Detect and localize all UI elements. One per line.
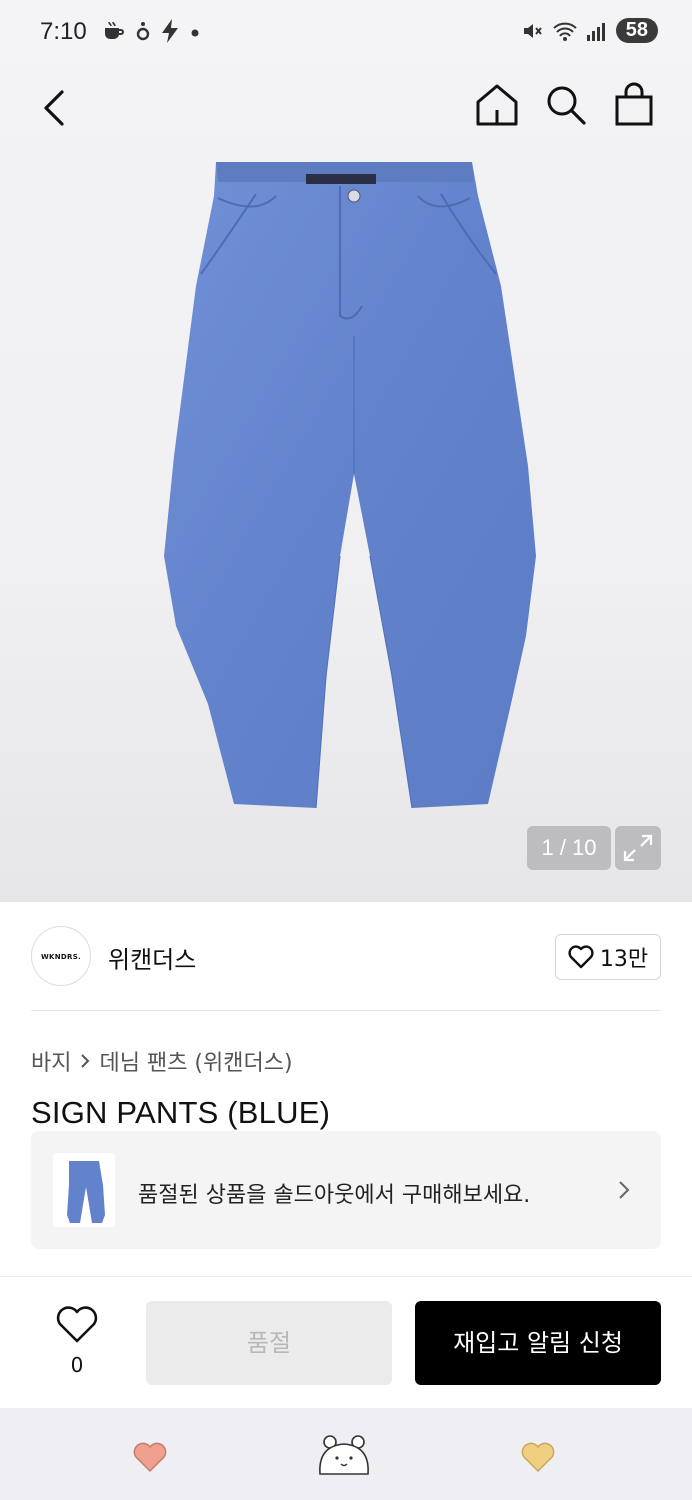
bolt-icon bbox=[162, 19, 178, 43]
restock-alert-button[interactable]: 재입고 알림 신청 bbox=[415, 1301, 661, 1385]
divider bbox=[31, 1010, 661, 1011]
coffee-icon bbox=[105, 21, 124, 39]
status-bar: 7:10 58 bbox=[0, 0, 692, 64]
home-icon[interactable] bbox=[474, 82, 520, 128]
wishlist-count: 0 bbox=[70, 1353, 84, 1377]
soldout-market-banner[interactable]: 품절된 상품을 솔드아웃에서 구매해보세요. bbox=[31, 1131, 661, 1249]
brand-like-count: 13만 bbox=[599, 947, 649, 972]
brand-row[interactable]: WKNDRS. 위캔더스 13만 bbox=[0, 902, 692, 1010]
brand-name[interactable]: 위캔더스 bbox=[108, 940, 196, 975]
pants-thumbnail-image bbox=[67, 1161, 105, 1223]
status-right-icons: 58 bbox=[520, 18, 658, 43]
bottom-dock bbox=[0, 1408, 692, 1500]
purchase-action-bar: 0 품절 재입고 알림 신청 bbox=[0, 1276, 692, 1408]
wishlist-button[interactable]: 0 bbox=[54, 1305, 100, 1379]
heart-outline-icon bbox=[56, 1306, 98, 1343]
chevron-right-icon bbox=[619, 1181, 630, 1199]
chevron-right-icon bbox=[81, 1054, 90, 1068]
breadcrumb-subcategory[interactable]: 데님 팬츠 (위캔더스) bbox=[99, 1045, 292, 1077]
mute-icon bbox=[523, 23, 542, 38]
back-icon[interactable] bbox=[36, 86, 76, 130]
bear-mascot-icon[interactable] bbox=[316, 1432, 372, 1478]
expand-image-button[interactable] bbox=[615, 826, 661, 870]
product-title: SIGN PANTS (BLUE) bbox=[31, 1095, 331, 1130]
brand-logo[interactable]: WKNDRS. bbox=[31, 926, 91, 986]
breadcrumb: 바지 데님 팬츠 (위캔더스) bbox=[31, 1045, 293, 1077]
search-icon[interactable] bbox=[544, 82, 588, 128]
brand-like-button[interactable]: 13만 bbox=[555, 934, 661, 980]
status-left-icons bbox=[102, 18, 200, 44]
banner-thumbnail bbox=[53, 1153, 115, 1227]
signal-icon bbox=[586, 22, 605, 41]
expand-icon bbox=[623, 834, 653, 862]
product-image-pants bbox=[164, 162, 536, 809]
dot-app-icon bbox=[136, 22, 150, 41]
heart-outline-icon bbox=[568, 945, 594, 969]
battery-indicator: 58 bbox=[615, 18, 658, 43]
wifi-icon bbox=[553, 22, 577, 41]
heart-icon[interactable] bbox=[132, 1440, 168, 1474]
image-counter: 1 / 10 bbox=[527, 826, 611, 870]
heart-icon[interactable] bbox=[520, 1440, 556, 1474]
product-gallery[interactable]: 1 / 10 bbox=[0, 64, 692, 902]
breadcrumb-category[interactable]: 바지 bbox=[31, 1045, 71, 1077]
soldout-button[interactable]: 품절 bbox=[146, 1301, 392, 1385]
status-time: 7:10 bbox=[40, 18, 87, 45]
banner-text: 품절된 상품을 솔드아웃에서 구매해보세요. bbox=[138, 1183, 531, 1208]
dot-icon bbox=[191, 29, 199, 37]
shopping-bag-icon[interactable] bbox=[612, 82, 656, 128]
